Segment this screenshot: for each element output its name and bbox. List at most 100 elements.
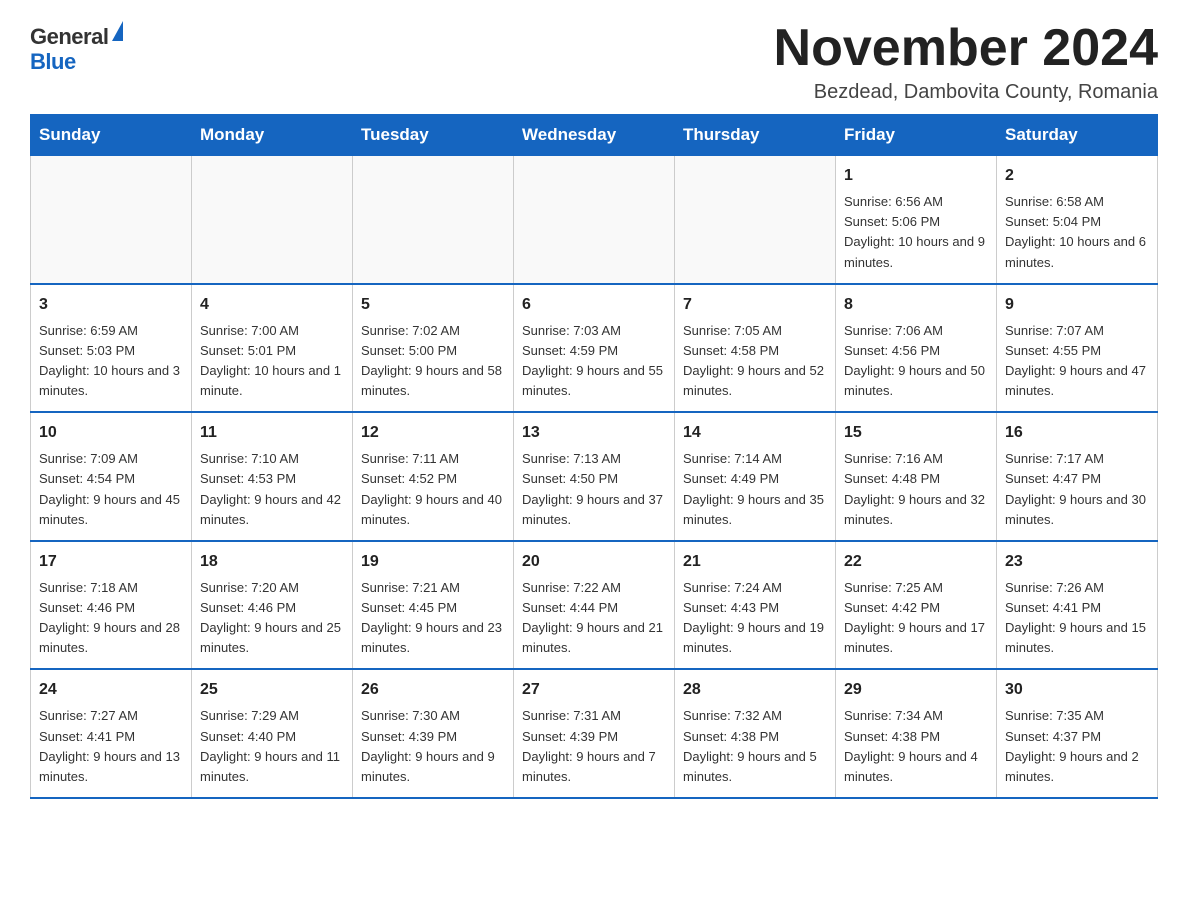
day-number: 27 [522, 678, 666, 702]
calendar-cell: 21 Sunrise: 7:24 AM Sunset: 4:43 PM Dayli… [675, 541, 836, 670]
calendar-week-3: 10Sunrise: 7:09 AM Sunset: 4:54 PM Dayli… [31, 412, 1158, 541]
logo-triangle-icon [112, 21, 123, 41]
calendar-cell [514, 156, 675, 284]
calendar-week-5: 24 Sunrise: 7:27 AM Sunset: 4:41 PM Dayli… [31, 669, 1158, 798]
column-header-friday: Friday [836, 115, 997, 156]
day-number: 5 [361, 293, 505, 317]
column-header-saturday: Saturday [997, 115, 1158, 156]
day-number: 29 [844, 678, 988, 702]
day-info: Sunrise: 7:05 AM Sunset: 4:58 PM Dayligh… [683, 321, 827, 402]
day-info: Sunrise: 7:17 AM Sunset: 4:47 PM Dayligh… [1005, 449, 1149, 530]
location-text: Bezdead, Dambovita County, Romania [774, 81, 1158, 104]
calendar-cell: 8 Sunrise: 7:06 AM Sunset: 4:56 PM Daylig… [836, 284, 997, 413]
day-info: Sunrise: 7:35 AM Sunset: 4:37 PM Dayligh… [1005, 706, 1149, 787]
calendar-week-4: 17 Sunrise: 7:18 AM Sunset: 4:46 PM Dayli… [31, 541, 1158, 670]
calendar-cell: 15 Sunrise: 7:16 AM Sunset: 4:48 PM Dayli… [836, 412, 997, 541]
column-header-wednesday: Wednesday [514, 115, 675, 156]
day-number: 19 [361, 550, 505, 574]
calendar-cell [675, 156, 836, 284]
day-info: Sunrise: 7:13 AM Sunset: 4:50 PM Dayligh… [522, 449, 666, 530]
day-info: Sunrise: 7:22 AM Sunset: 4:44 PM Dayligh… [522, 578, 666, 659]
day-info: Sunrise: 7:32 AM Sunset: 4:38 PM Dayligh… [683, 706, 827, 787]
day-number: 9 [1005, 293, 1149, 317]
day-number: 14 [683, 421, 827, 445]
logo: General Blue [30, 25, 123, 75]
day-info: Sunrise: 6:58 AM Sunset: 5:04 PM Dayligh… [1005, 192, 1149, 273]
calendar-cell [31, 156, 192, 284]
day-number: 15 [844, 421, 988, 445]
day-number: 16 [1005, 421, 1149, 445]
column-header-sunday: Sunday [31, 115, 192, 156]
day-number: 23 [1005, 550, 1149, 574]
day-number: 11 [200, 421, 344, 445]
calendar-cell: 28 Sunrise: 7:32 AM Sunset: 4:38 PM Dayli… [675, 669, 836, 798]
day-number: 26 [361, 678, 505, 702]
day-info: Sunrise: 7:03 AM Sunset: 4:59 PM Dayligh… [522, 321, 666, 402]
day-info: Sunrise: 7:18 AM Sunset: 4:46 PM Dayligh… [39, 578, 183, 659]
logo-blue-text: Blue [30, 49, 76, 75]
calendar-cell: 3Sunrise: 6:59 AM Sunset: 5:03 PM Daylig… [31, 284, 192, 413]
day-number: 21 [683, 550, 827, 574]
calendar-cell: 25 Sunrise: 7:29 AM Sunset: 4:40 PM Dayli… [192, 669, 353, 798]
day-number: 28 [683, 678, 827, 702]
column-header-thursday: Thursday [675, 115, 836, 156]
calendar-cell: 17 Sunrise: 7:18 AM Sunset: 4:46 PM Dayli… [31, 541, 192, 670]
day-info: Sunrise: 6:59 AM Sunset: 5:03 PM Dayligh… [39, 321, 183, 402]
calendar-cell [353, 156, 514, 284]
day-number: 4 [200, 293, 344, 317]
day-header-row: SundayMondayTuesdayWednesdayThursdayFrid… [31, 115, 1158, 156]
month-title: November 2024 [774, 20, 1158, 77]
calendar-cell [192, 156, 353, 284]
day-info: Sunrise: 7:34 AM Sunset: 4:38 PM Dayligh… [844, 706, 988, 787]
calendar-cell: 13 Sunrise: 7:13 AM Sunset: 4:50 PM Dayli… [514, 412, 675, 541]
day-info: Sunrise: 7:21 AM Sunset: 4:45 PM Dayligh… [361, 578, 505, 659]
day-info: Sunrise: 7:27 AM Sunset: 4:41 PM Dayligh… [39, 706, 183, 787]
day-info: Sunrise: 7:25 AM Sunset: 4:42 PM Dayligh… [844, 578, 988, 659]
day-info: Sunrise: 7:24 AM Sunset: 4:43 PM Dayligh… [683, 578, 827, 659]
day-number: 13 [522, 421, 666, 445]
calendar-cell: 12 Sunrise: 7:11 AM Sunset: 4:52 PM Dayli… [353, 412, 514, 541]
calendar-cell: 23Sunrise: 7:26 AM Sunset: 4:41 PM Dayli… [997, 541, 1158, 670]
calendar-cell: 29 Sunrise: 7:34 AM Sunset: 4:38 PM Dayli… [836, 669, 997, 798]
day-number: 8 [844, 293, 988, 317]
day-number: 7 [683, 293, 827, 317]
logo-general-text: General [30, 25, 108, 49]
calendar-cell: 30 Sunrise: 7:35 AM Sunset: 4:37 PM Dayli… [997, 669, 1158, 798]
day-info: Sunrise: 7:31 AM Sunset: 4:39 PM Dayligh… [522, 706, 666, 787]
calendar-week-1: 1Sunrise: 6:56 AM Sunset: 5:06 PM Daylig… [31, 156, 1158, 284]
day-number: 30 [1005, 678, 1149, 702]
day-info: Sunrise: 7:02 AM Sunset: 5:00 PM Dayligh… [361, 321, 505, 402]
calendar-cell: 2Sunrise: 6:58 AM Sunset: 5:04 PM Daylig… [997, 156, 1158, 284]
day-info: Sunrise: 7:14 AM Sunset: 4:49 PM Dayligh… [683, 449, 827, 530]
day-number: 6 [522, 293, 666, 317]
calendar-cell: 7 Sunrise: 7:05 AM Sunset: 4:58 PM Daylig… [675, 284, 836, 413]
calendar-cell: 16 Sunrise: 7:17 AM Sunset: 4:47 PM Dayli… [997, 412, 1158, 541]
calendar-cell: 27 Sunrise: 7:31 AM Sunset: 4:39 PM Dayli… [514, 669, 675, 798]
calendar-cell: 1Sunrise: 6:56 AM Sunset: 5:06 PM Daylig… [836, 156, 997, 284]
calendar-cell: 26Sunrise: 7:30 AM Sunset: 4:39 PM Dayli… [353, 669, 514, 798]
calendar-cell: 14 Sunrise: 7:14 AM Sunset: 4:49 PM Dayli… [675, 412, 836, 541]
calendar-cell: 20 Sunrise: 7:22 AM Sunset: 4:44 PM Dayli… [514, 541, 675, 670]
day-info: Sunrise: 7:29 AM Sunset: 4:40 PM Dayligh… [200, 706, 344, 787]
day-number: 20 [522, 550, 666, 574]
day-number: 24 [39, 678, 183, 702]
day-number: 25 [200, 678, 344, 702]
day-number: 17 [39, 550, 183, 574]
calendar-table: SundayMondayTuesdayWednesdayThursdayFrid… [30, 114, 1158, 799]
column-header-tuesday: Tuesday [353, 115, 514, 156]
calendar-cell: 19 Sunrise: 7:21 AM Sunset: 4:45 PM Dayli… [353, 541, 514, 670]
day-info: Sunrise: 7:00 AM Sunset: 5:01 PM Dayligh… [200, 321, 344, 402]
calendar-cell: 24 Sunrise: 7:27 AM Sunset: 4:41 PM Dayli… [31, 669, 192, 798]
calendar-cell: 6 Sunrise: 7:03 AM Sunset: 4:59 PM Daylig… [514, 284, 675, 413]
calendar-body: 1Sunrise: 6:56 AM Sunset: 5:06 PM Daylig… [31, 156, 1158, 798]
day-info: Sunrise: 7:11 AM Sunset: 4:52 PM Dayligh… [361, 449, 505, 530]
calendar-cell: 4 Sunrise: 7:00 AM Sunset: 5:01 PM Daylig… [192, 284, 353, 413]
calendar-cell: 18Sunrise: 7:20 AM Sunset: 4:46 PM Dayli… [192, 541, 353, 670]
calendar-cell: 5 Sunrise: 7:02 AM Sunset: 5:00 PM Daylig… [353, 284, 514, 413]
day-info: Sunrise: 7:06 AM Sunset: 4:56 PM Dayligh… [844, 321, 988, 402]
calendar-cell: 9 Sunrise: 7:07 AM Sunset: 4:55 PM Daylig… [997, 284, 1158, 413]
day-info: Sunrise: 7:16 AM Sunset: 4:48 PM Dayligh… [844, 449, 988, 530]
day-info: Sunrise: 7:07 AM Sunset: 4:55 PM Dayligh… [1005, 321, 1149, 402]
page-header: General Blue November 2024 Bezdead, Damb… [30, 20, 1158, 104]
day-number: 12 [361, 421, 505, 445]
